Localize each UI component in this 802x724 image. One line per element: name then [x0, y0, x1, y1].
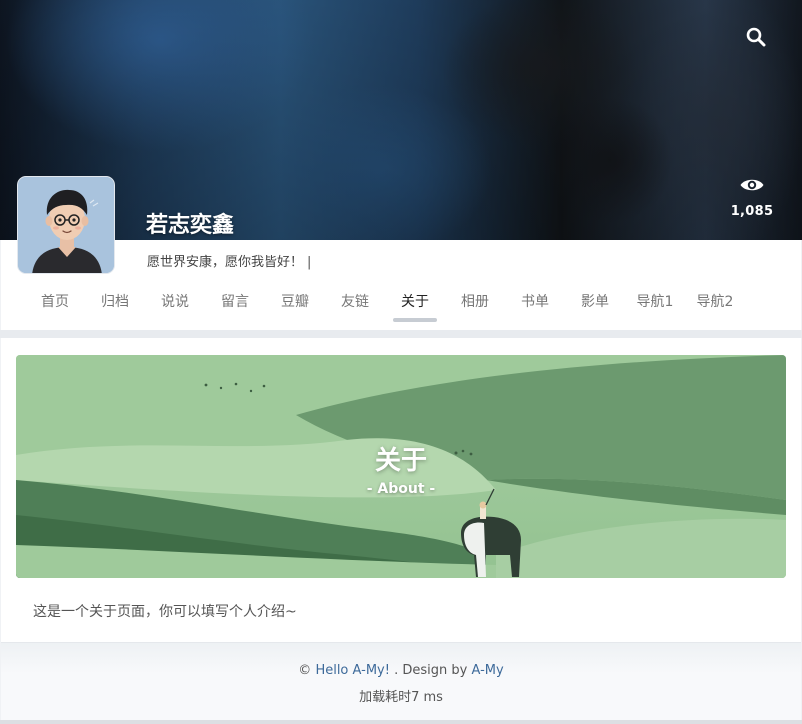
nav-item-nav1[interactable]: 导航1: [625, 290, 685, 322]
footer: © Hello A-My! . Design by A-My 加载耗时7 ms: [1, 642, 801, 720]
footer-designer-link[interactable]: A-My: [471, 663, 503, 678]
search-button[interactable]: [743, 24, 769, 50]
nav-item-nav2[interactable]: 导航2: [685, 290, 745, 322]
motto: 愿世界安康，愿你我皆好！: [147, 255, 304, 270]
nav-item-about[interactable]: 关于: [385, 290, 445, 322]
footer-design-text: . Design by: [394, 663, 468, 678]
eye-icon: [740, 179, 764, 191]
avatar-illustration: [18, 177, 114, 273]
about-intro-text: 这是一个关于页面，你可以填写个人介绍~: [33, 604, 297, 620]
search-icon: [746, 27, 766, 47]
banner-title: 关于: [374, 446, 427, 476]
avatar[interactable]: [17, 176, 115, 274]
page-views: 1,085: [726, 176, 778, 219]
footer-load-time: 加载耗时7 ms: [359, 690, 443, 705]
nav-item-talk[interactable]: 说说: [145, 290, 205, 322]
nav-item-links[interactable]: 友链: [325, 290, 385, 322]
nav-item-movies[interactable]: 影单: [565, 290, 625, 322]
footer-site-link[interactable]: Hello A-My!: [315, 663, 390, 678]
copyright-symbol: ©: [298, 663, 312, 678]
nav-item-books[interactable]: 书单: [505, 290, 565, 322]
nav-item-album[interactable]: 相册: [445, 290, 505, 322]
nav-item-home[interactable]: 首页: [25, 290, 85, 322]
section-divider: [0, 330, 802, 338]
site-title[interactable]: 若志奕鑫: [146, 207, 234, 239]
banner-subtitle: - About -: [366, 481, 436, 497]
footer-copyright: © Hello A-My! . Design by A-My: [1, 663, 801, 678]
main-nav: 首页 归档 说说 留言 豆瓣 友链 关于 相册 书单 影单 导航1 导航2: [25, 290, 745, 324]
nav-item-archive[interactable]: 归档: [85, 290, 145, 322]
header-hero: [0, 0, 802, 240]
page-banner: 关于 - About -: [16, 355, 786, 578]
nav-item-guestbook[interactable]: 留言: [205, 290, 265, 322]
views-count: 1,085: [730, 204, 774, 219]
bottom-edge: [0, 720, 802, 724]
typing-caret: |: [307, 255, 312, 270]
nav-item-douban[interactable]: 豆瓣: [265, 290, 325, 322]
motto-text: 愿世界安康，愿你我皆好！ |: [147, 251, 311, 270]
